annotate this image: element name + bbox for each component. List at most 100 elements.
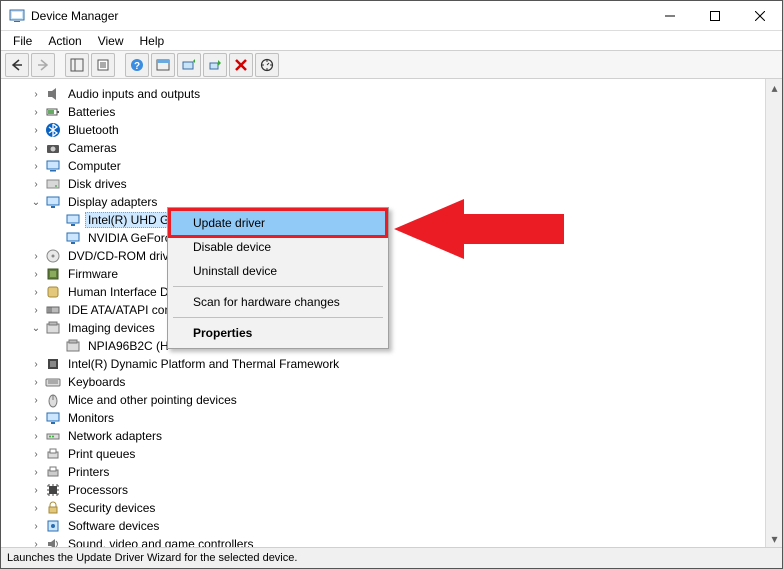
display-icon [45,194,61,210]
tree-node[interactable]: › Bluetooth [29,121,765,139]
tree-node-label: Monitors [65,410,117,426]
menubar: File Action View Help [1,31,782,51]
titlebar: Device Manager [1,1,782,31]
context-menu-separator [173,317,383,318]
forward-button[interactable] [31,53,55,77]
tree-node[interactable]: ›Keyboards [29,373,765,391]
collapse-icon[interactable]: ⌄ [29,323,43,334]
expand-icon[interactable]: › [29,449,43,460]
scan-hardware-button[interactable] [255,53,279,77]
show-hide-console-tree-button[interactable] [65,53,89,77]
tree-node[interactable]: › Security devices [29,499,765,517]
expand-icon[interactable]: › [29,143,43,154]
tree-node-label: Sound, video and game controllers [65,536,256,547]
expand-icon[interactable]: › [29,503,43,514]
expand-icon[interactable]: › [29,107,43,118]
tree-node-label: Firmware [65,266,121,282]
tree-node[interactable]: › Sound, video and game controllers [29,535,765,547]
tree-node[interactable]: › Printers [29,463,765,481]
properties-button[interactable] [91,53,115,77]
context-menu-update-driver[interactable]: Update driver [168,208,388,238]
tree-node-label: Processors [65,482,131,498]
display-icon [65,212,81,228]
software-icon [45,518,61,534]
tree-node-label: Security devices [65,500,158,516]
tree-node[interactable]: › IDE ATA/ATAPI con [29,301,765,319]
tree-node[interactable]: › Human Interface D [29,283,765,301]
app-icon [9,8,25,24]
scroll-up-icon[interactable]: ▴ [766,79,782,96]
update-driver-button[interactable] [177,53,201,77]
statusbar: Launches the Update Driver Wizard for th… [1,548,782,568]
expand-icon[interactable]: › [29,359,43,370]
context-menu-scan-hardware[interactable]: Scan for hardware changes [171,290,385,314]
collapse-icon[interactable]: ⌄ [29,197,43,208]
context-menu-uninstall-device[interactable]: Uninstall device [171,259,385,283]
expand-icon[interactable]: › [29,377,43,388]
toolbar: ? [1,51,782,79]
tree-node[interactable]: › Intel(R) Dynamic Platform and Thermal F… [29,355,765,373]
close-button[interactable] [737,1,782,30]
expand-icon[interactable]: › [29,413,43,424]
context-menu-separator [173,286,383,287]
expand-icon[interactable]: › [29,431,43,442]
tree-node[interactable]: › Monitors [29,409,765,427]
expand-icon[interactable]: › [29,161,43,172]
tree-node[interactable]: › Print queues [29,445,765,463]
enable-device-button[interactable] [203,53,227,77]
expand-icon[interactable]: › [29,485,43,496]
maximize-button[interactable] [692,1,737,30]
tree-node[interactable]: ›Computer [29,157,765,175]
hid-icon [45,284,61,300]
tree-node[interactable]: ⌄ Imaging devices [29,319,765,337]
ide-icon [45,302,61,318]
expand-icon[interactable]: › [29,395,43,406]
expand-icon[interactable]: › [29,89,43,100]
action-toolbar-button[interactable] [151,53,175,77]
tree-node-label: Disk drives [65,176,130,192]
tree-node[interactable]: ›Software devices [29,517,765,535]
context-menu-properties[interactable]: Properties [171,321,385,345]
expand-icon[interactable]: › [29,539,43,548]
menu-action[interactable]: Action [40,32,89,50]
tree-node-label: Print queues [65,446,138,462]
menu-file[interactable]: File [5,32,40,50]
imaging-icon [65,338,81,354]
expand-icon[interactable]: › [29,467,43,478]
context-menu-disable-device[interactable]: Disable device [171,235,385,259]
camera-icon [45,140,61,156]
scroll-down-icon[interactable]: ▾ [766,530,782,547]
expand-icon[interactable]: › [29,125,43,136]
statusbar-text: Launches the Update Driver Wizard for th… [7,552,297,564]
tree-node-label: Human Interface D [65,284,172,300]
tree-node-label: Imaging devices [65,320,158,336]
tree-node[interactable]: ›Cameras [29,139,765,157]
tree-node[interactable]: › Processors [29,481,765,499]
expand-icon[interactable]: › [29,179,43,190]
expand-icon[interactable]: › [29,251,43,262]
tree-node[interactable]: ›Batteries [29,103,765,121]
tree-node[interactable]: NPIA96B2C (H [49,337,765,355]
vertical-scrollbar[interactable]: ▴ ▾ [765,79,782,547]
minimize-button[interactable] [647,1,692,30]
back-button[interactable] [5,53,29,77]
content-area: ›Audio inputs and outputs›Batteries›Blue… [1,79,782,548]
menu-help[interactable]: Help [132,32,173,50]
network-icon [45,428,61,444]
window-title: Device Manager [31,9,118,23]
expand-icon[interactable]: › [29,287,43,298]
expand-icon[interactable]: › [29,305,43,316]
printq-icon [45,446,61,462]
tree-node[interactable]: ›Audio inputs and outputs [29,85,765,103]
tree-node-label: Bluetooth [65,122,122,138]
menu-view[interactable]: View [90,32,132,50]
expand-icon[interactable]: › [29,521,43,532]
tree-node[interactable]: ›Network adapters [29,427,765,445]
tree-node-label: Printers [65,464,112,480]
expand-icon[interactable]: › [29,269,43,280]
tree-node[interactable]: ›Mice and other pointing devices [29,391,765,409]
uninstall-device-button[interactable] [229,53,253,77]
tree-node-label: Intel(R) Dynamic Platform and Thermal Fr… [65,356,342,372]
tree-node-label: IDE ATA/ATAPI con [65,302,174,318]
help-button[interactable]: ? [125,53,149,77]
